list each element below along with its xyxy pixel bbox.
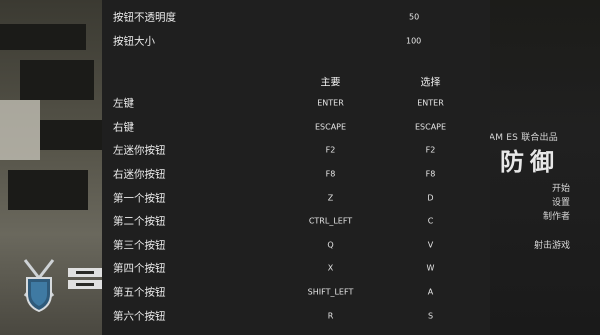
art-shape [8, 170, 88, 210]
menu-shooting-game[interactable]: 射击游戏 [534, 238, 570, 251]
binding-primary-key[interactable]: ESCAPE [315, 123, 346, 132]
menu-credits[interactable]: 制作者 [543, 209, 570, 222]
binding-label: 第六个按钮 [113, 310, 166, 323]
binding-alt-key[interactable]: V [428, 241, 433, 250]
binding-row-left-key[interactable]: 左键 ENTER ENTER [102, 92, 490, 114]
binding-primary-key[interactable]: F8 [326, 170, 336, 179]
button-opacity-row[interactable]: 按钮不透明度 50 [102, 6, 490, 28]
logo-mark [68, 266, 102, 292]
shield-swords-icon [22, 256, 56, 313]
game-title: 防御 [500, 148, 560, 176]
binding-alt-key[interactable]: D [427, 194, 433, 203]
binding-row-button-4[interactable]: 第四个按钮 X W [102, 257, 490, 279]
art-shape [20, 60, 94, 100]
binding-label: 右键 [113, 121, 134, 134]
binding-row-button-3[interactable]: 第三个按钮 Q V [102, 234, 490, 256]
button-opacity-value[interactable]: 50 [409, 13, 419, 22]
art-shape [40, 120, 102, 150]
binding-alt-key[interactable]: W [427, 264, 435, 273]
binding-row-button-5[interactable]: 第五个按钮 SHIFT_LEFT A [102, 281, 490, 303]
binding-primary-key[interactable]: CTRL_LEFT [309, 217, 352, 226]
binding-label: 左键 [113, 97, 134, 110]
binding-alt-key[interactable]: ESCAPE [415, 123, 446, 132]
binding-primary-key[interactable]: F2 [326, 146, 336, 155]
art-shape [0, 24, 86, 50]
binding-alt-key[interactable]: C [428, 217, 434, 226]
binding-primary-key[interactable]: Z [328, 194, 333, 203]
binding-label: 第一个按钮 [113, 192, 166, 205]
button-size-row[interactable]: 按钮大小 100 [102, 30, 490, 52]
bindings-header: 主要 选择 [102, 70, 490, 92]
menu-start[interactable]: 开始 [552, 181, 570, 194]
binding-alt-key[interactable]: S [428, 312, 433, 321]
binding-label: 右迷你按钮 [113, 168, 166, 181]
binding-primary-key[interactable]: SHIFT_LEFT [308, 288, 354, 297]
button-size-label: 按钮大小 [113, 35, 155, 48]
column-primary-header: 主要 [320, 77, 341, 89]
binding-alt-key[interactable]: A [428, 288, 433, 297]
binding-row-right-mini[interactable]: 右迷你按钮 F8 F8 [102, 163, 490, 185]
binding-alt-key[interactable]: F8 [426, 170, 436, 179]
binding-alt-key[interactable]: F2 [426, 146, 436, 155]
button-opacity-label: 按钮不透明度 [113, 11, 176, 24]
binding-primary-key[interactable]: Q [327, 241, 333, 250]
controls-settings-panel: 按钮不透明度 50 按钮大小 100 主要 选择 左键 ENTER ENTER … [102, 0, 490, 335]
binding-primary-key[interactable]: X [328, 264, 333, 273]
binding-row-right-key[interactable]: 右键 ESCAPE ESCAPE [102, 116, 490, 138]
binding-alt-key[interactable]: ENTER [417, 99, 444, 108]
column-alt-header: 选择 [420, 77, 441, 89]
binding-label: 第二个按钮 [113, 215, 166, 228]
binding-label: 第三个按钮 [113, 239, 166, 252]
binding-row-button-2[interactable]: 第二个按钮 CTRL_LEFT C [102, 210, 490, 232]
binding-label: 第五个按钮 [113, 286, 166, 299]
binding-label: 第四个按钮 [113, 262, 166, 275]
binding-row-left-mini[interactable]: 左迷你按钮 F2 F2 [102, 139, 490, 161]
binding-label: 左迷你按钮 [113, 144, 166, 157]
binding-row-button-1[interactable]: 第一个按钮 Z D [102, 187, 490, 209]
menu-settings[interactable]: 设置 [552, 195, 570, 208]
button-size-value[interactable]: 100 [406, 37, 421, 46]
binding-primary-key[interactable]: R [328, 312, 334, 321]
binding-primary-key[interactable]: ENTER [317, 99, 344, 108]
binding-row-button-6[interactable]: 第六个按钮 R S [102, 305, 490, 327]
art-shape [0, 100, 40, 160]
